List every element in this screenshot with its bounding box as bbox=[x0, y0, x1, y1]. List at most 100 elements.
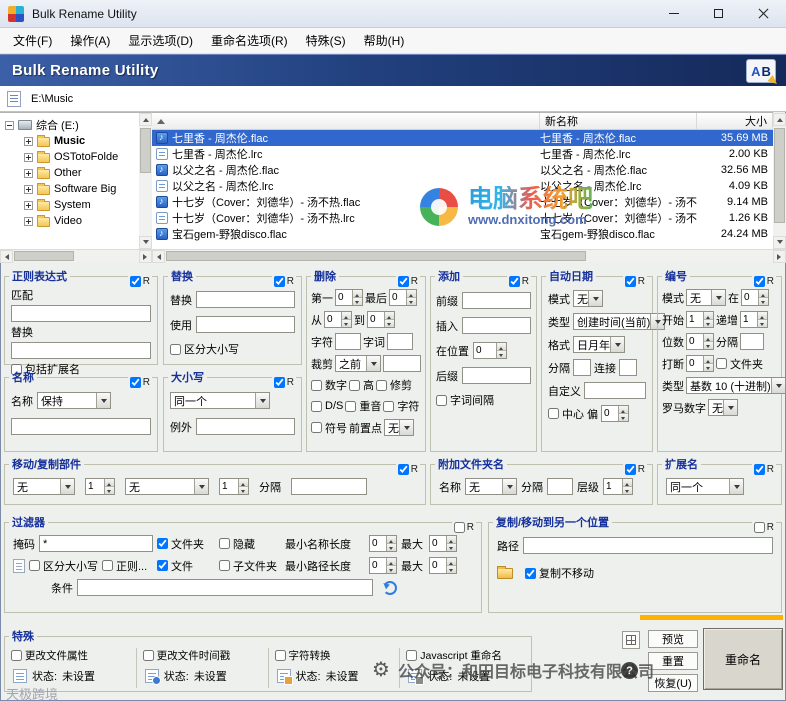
numbering-break-spinner[interactable] bbox=[686, 355, 714, 372]
filter-regex-checkbox[interactable]: 正则... bbox=[102, 558, 147, 574]
move-from-select[interactable]: 无 bbox=[13, 478, 75, 495]
digits-checkbox[interactable]: 数字 bbox=[311, 377, 347, 393]
append-folder-mode-select[interactable]: 无 bbox=[465, 478, 517, 495]
rename-button[interactable]: 重命名 bbox=[703, 628, 783, 690]
scroll-thumb[interactable] bbox=[774, 128, 785, 223]
subfolders-checkbox[interactable]: 子文件夹 bbox=[219, 558, 277, 574]
revert-button[interactable]: 恢复(U) bbox=[648, 674, 698, 692]
name-active-checkbox[interactable]: R bbox=[128, 377, 152, 388]
roman-numerals-select[interactable]: 无 bbox=[708, 399, 738, 416]
menu-item-help[interactable]: 帮助(H) bbox=[355, 28, 414, 53]
symbols-checkbox[interactable]: 符号 bbox=[311, 420, 347, 436]
numbering-mode-select[interactable]: 无 bbox=[686, 289, 726, 306]
crop-input[interactable] bbox=[383, 355, 421, 372]
add-insert-input[interactable] bbox=[462, 317, 531, 334]
max-path-length-spinner[interactable] bbox=[429, 557, 457, 574]
file-attributes-checkbox[interactable]: 更改文件属性 bbox=[11, 648, 88, 663]
change-attributes-icon[interactable] bbox=[13, 669, 27, 683]
case-mode-select[interactable]: 同一个 bbox=[170, 392, 270, 409]
scroll-left-arrow[interactable] bbox=[0, 250, 13, 263]
accents-checkbox[interactable]: 重音 bbox=[345, 398, 381, 414]
javascript-rename-checkbox[interactable]: Javascript 重命名 bbox=[406, 648, 502, 663]
append-folder-separator-input[interactable] bbox=[547, 478, 573, 495]
column-header-new-name[interactable]: 新名称 bbox=[540, 113, 697, 129]
scroll-left-arrow[interactable] bbox=[152, 250, 165, 263]
tree-item-drive-e[interactable]: 综合 (E:) bbox=[0, 117, 151, 133]
extension-active-checkbox[interactable]: R bbox=[752, 464, 776, 475]
remove-to-spinner[interactable] bbox=[367, 311, 395, 328]
add-active-checkbox[interactable]: R bbox=[507, 276, 531, 287]
file-row[interactable]: 十七岁（Cover：刘德华）- 汤不热.lrc 十七岁（Cover：刘德华）- … bbox=[152, 210, 773, 226]
tree-item-video[interactable]: Video bbox=[0, 213, 151, 229]
collapse-icon[interactable] bbox=[5, 121, 14, 130]
numbering-active-checkbox[interactable]: R bbox=[752, 276, 776, 287]
reset-button[interactable]: 重置 bbox=[648, 652, 698, 670]
expand-icon[interactable] bbox=[24, 185, 33, 194]
menu-item-file[interactable]: 文件(F) bbox=[4, 28, 61, 53]
scroll-thumb[interactable] bbox=[14, 251, 74, 261]
javascript-icon[interactable] bbox=[408, 669, 422, 683]
replace-with-input[interactable] bbox=[196, 316, 295, 333]
extension-mode-select[interactable]: 同一个 bbox=[666, 478, 744, 495]
hidden-checkbox[interactable]: 隐藏 bbox=[219, 536, 255, 552]
menu-item-actions[interactable]: 操作(A) bbox=[61, 28, 119, 53]
file-timestamp-checkbox[interactable]: 更改文件时间戳 bbox=[143, 648, 231, 663]
expand-icon[interactable] bbox=[24, 201, 33, 210]
scroll-up-arrow[interactable] bbox=[139, 113, 152, 126]
expand-icon[interactable] bbox=[24, 153, 33, 162]
lead-dots-select[interactable]: 无 bbox=[384, 419, 414, 436]
minimize-button[interactable] bbox=[651, 0, 696, 27]
crop-mode-select[interactable]: 之前 bbox=[335, 355, 381, 372]
case-exception-input[interactable] bbox=[196, 418, 295, 435]
numbering-start-spinner[interactable] bbox=[686, 311, 714, 328]
files-checkbox[interactable]: 文件 bbox=[157, 558, 193, 574]
remove-chars-input[interactable] bbox=[335, 333, 361, 350]
file-row[interactable]: 宝石gem-野狼disco.flac 宝石gem-野狼disco.flac24.… bbox=[152, 226, 773, 242]
remove-last-spinner[interactable] bbox=[389, 289, 417, 306]
filter-match-case-checkbox[interactable]: 区分大小写 bbox=[29, 558, 98, 574]
move-copy-active-checkbox[interactable]: R bbox=[396, 464, 420, 475]
mask-input[interactable] bbox=[39, 535, 153, 552]
tree-item-ostotofolde[interactable]: OSTotoFolde bbox=[0, 149, 151, 165]
date-type-select[interactable]: 创建时间(当前) bbox=[573, 313, 665, 330]
tree-item-software-big[interactable]: Software Big bbox=[0, 181, 151, 197]
append-folder-active-checkbox[interactable]: R bbox=[623, 464, 647, 475]
menu-item-display-options[interactable]: 显示选项(D) bbox=[119, 28, 202, 53]
scroll-right-arrow[interactable] bbox=[139, 250, 152, 263]
numbering-folder-checkbox[interactable]: 文件夹 bbox=[716, 356, 763, 372]
maximize-button[interactable] bbox=[696, 0, 741, 27]
tree-item-system[interactable]: System bbox=[0, 197, 151, 213]
folders-checkbox[interactable]: 文件夹 bbox=[157, 536, 204, 552]
match-case-checkbox[interactable]: 区分大小写 bbox=[170, 341, 239, 357]
expand-icon[interactable] bbox=[24, 137, 33, 146]
min-path-length-spinner[interactable] bbox=[369, 557, 397, 574]
move-from-count-spinner[interactable] bbox=[85, 478, 115, 495]
file-row[interactable]: 以父之名 - 周杰伦.lrc 以父之名 - 周杰伦.lrc4.09 KB bbox=[152, 178, 773, 194]
scroll-up-arrow[interactable] bbox=[773, 113, 786, 126]
move-to-count-spinner[interactable] bbox=[219, 478, 249, 495]
browse-folder-icon[interactable] bbox=[497, 568, 513, 579]
numbering-pad-spinner[interactable] bbox=[686, 333, 714, 350]
copy-not-move-checkbox[interactable]: 复制不移动 bbox=[525, 565, 594, 581]
numbering-at-spinner[interactable] bbox=[741, 289, 769, 306]
list-vertical-scrollbar[interactable] bbox=[773, 113, 786, 249]
remove-first-spinner[interactable] bbox=[335, 289, 363, 306]
numbering-increment-spinner[interactable] bbox=[740, 311, 768, 328]
date-custom-input[interactable] bbox=[584, 382, 646, 399]
file-row[interactable]: 七里香 - 周杰伦.lrc 七里香 - 周杰伦.lrc2.00 KB bbox=[152, 146, 773, 162]
expand-icon[interactable] bbox=[24, 169, 33, 178]
regex-active-checkbox[interactable]: R bbox=[128, 276, 152, 287]
current-path[interactable]: E:\Music bbox=[31, 93, 73, 105]
name-mode-select[interactable]: 保持 bbox=[37, 392, 111, 409]
add-at-pos-spinner[interactable] bbox=[473, 342, 507, 359]
auto-date-active-checkbox[interactable]: R bbox=[623, 276, 647, 287]
expand-icon[interactable] bbox=[24, 217, 33, 226]
centre-checkbox[interactable]: 中心 bbox=[548, 406, 584, 422]
scroll-down-arrow[interactable] bbox=[139, 236, 152, 249]
regex-match-input[interactable] bbox=[11, 305, 151, 322]
destination-path-input[interactable] bbox=[523, 537, 773, 554]
list-horizontal-scrollbar[interactable] bbox=[152, 249, 786, 262]
max-name-length-spinner[interactable] bbox=[429, 535, 457, 552]
scroll-right-arrow[interactable] bbox=[773, 250, 786, 263]
numbering-type-select[interactable]: 基数 10 (十进制) bbox=[686, 377, 786, 394]
